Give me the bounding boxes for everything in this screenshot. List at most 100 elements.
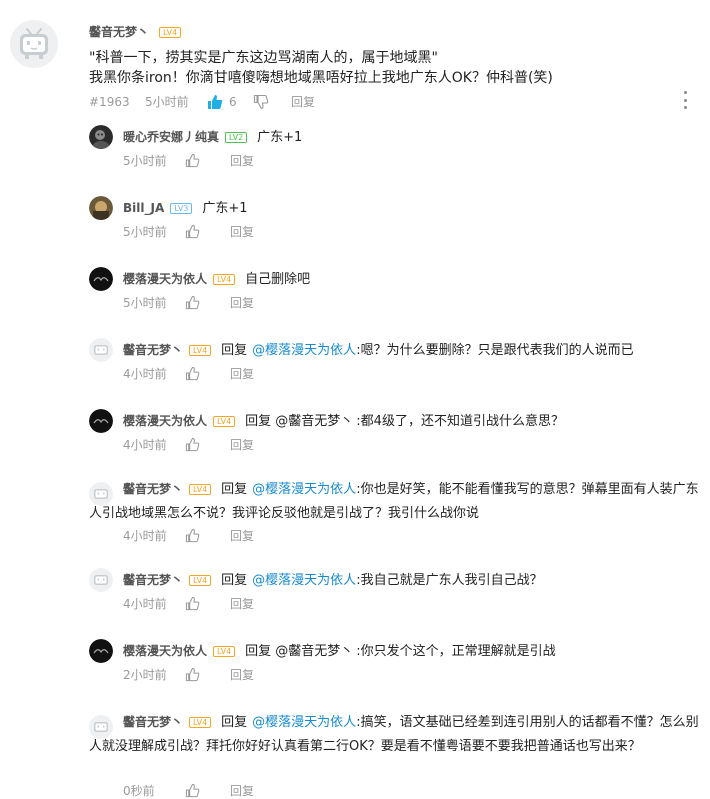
main-comment-line-2: 我黑你条iron！你滴甘嘻傻嗨想地域黑唔好拉上我地广东人OK？仲科普(笑) [89, 70, 553, 86]
reply-username[interactable]: 齾音无梦丶 [123, 715, 183, 729]
tv-avatar-icon [89, 568, 113, 592]
main-comment-meta: #1963 5小时前 6 回复 [89, 93, 315, 110]
reply-time: 5小时前 [123, 296, 167, 310]
photo-avatar-icon [89, 409, 113, 433]
thumb-up-icon [185, 224, 200, 239]
level-badge: LV3 [170, 203, 193, 214]
more-vertical-icon[interactable] [680, 91, 690, 109]
reply-text: 自己删除吧 [245, 272, 311, 287]
main-username[interactable]: 齾音无梦丶 LV4 [89, 23, 191, 40]
reply-button[interactable]: 回复 [230, 152, 254, 169]
tv-avatar-icon [10, 20, 58, 68]
reply-content: 齾音无梦丶 LV4 回复 @樱落漫天为依人:你也是好笑，能不能看懂我写的意思？弹幕里面… [89, 477, 699, 526]
reply-text: :嗯？为什么要删除？只是跟代表我们的人说而已 [356, 343, 634, 358]
reply-action: 回复 @齾音无梦丶 [245, 414, 354, 429]
dislike-button[interactable] [253, 94, 269, 110]
user-avatar[interactable] [89, 639, 113, 663]
reply-content: 暖心乔安娜丿纯真 LV2 广东+1 [123, 125, 699, 150]
reply-button[interactable]: 回复 [230, 782, 254, 799]
reply-content: Bill_JA LV3 广东+1 [123, 196, 699, 221]
user-avatar[interactable] [89, 409, 113, 433]
reply-username[interactable]: 暖心乔安娜丿纯真 [123, 130, 219, 144]
reply-button[interactable]: 回复 [230, 294, 254, 311]
reply-username[interactable]: 樱落漫天为依人 [123, 414, 207, 428]
reply-content: 齾音无梦丶 LV4 回复 @樱落漫天为依人:我自己就是广东人我引自己战？ [123, 568, 699, 593]
comment-time: 5小时前 [145, 95, 189, 109]
mention-link[interactable]: @樱落漫天为依人 [252, 715, 356, 730]
thumb-down-icon [253, 94, 269, 109]
reply-time: 2小时前 [123, 668, 167, 682]
thumb-up-icon [185, 596, 200, 611]
reply-meta: 5小时前 回复 [123, 152, 254, 169]
reply-time: 4小时前 [123, 529, 167, 543]
main-username-text[interactable]: 齾音无梦丶 [89, 25, 149, 39]
like-button[interactable] [185, 783, 200, 798]
reply-meta: 0秒前 回复 [123, 782, 254, 799]
reply-text: 广东+1 [202, 201, 248, 216]
reply-button[interactable]: 回复 [291, 93, 315, 110]
reply-text: :你只发个这个，正常理解就是引战 [356, 644, 556, 659]
photo-avatar-icon [89, 196, 113, 220]
like-button[interactable] [185, 528, 200, 543]
thumb-up-icon [185, 295, 200, 310]
user-avatar[interactable] [89, 125, 113, 149]
like-button[interactable] [185, 224, 200, 239]
reply-action: 回复 [221, 343, 248, 358]
reply-username[interactable]: Bill_JA [123, 201, 164, 215]
like-button[interactable] [185, 295, 200, 310]
reply-button[interactable]: 回复 [230, 365, 254, 382]
reply-action: 回复 [221, 482, 248, 497]
reply-meta: 4小时前 回复 [123, 527, 254, 544]
like-button[interactable] [185, 437, 200, 452]
level-badge: LV4 [189, 484, 212, 495]
thumb-up-icon [185, 783, 200, 798]
level-badge: LV4 [189, 717, 212, 728]
reply-action: 回复 [221, 573, 248, 588]
reply-meta: 5小时前 回复 [123, 223, 254, 240]
reply-button[interactable]: 回复 [230, 223, 254, 240]
reply-content: 齾音无梦丶 LV4 回复 @樱落漫天为依人:嗯？为什么要删除？只是跟代表我们的人说而已 [123, 338, 699, 363]
like-button[interactable]: 6 [207, 94, 253, 110]
reply-username[interactable]: 樱落漫天为依人 [123, 644, 207, 658]
reply-username[interactable]: 齾音无梦丶 [123, 573, 183, 587]
reply-button[interactable]: 回复 [230, 595, 254, 612]
reply-button[interactable]: 回复 [230, 436, 254, 453]
reply-username[interactable]: 齾音无梦丶 [123, 343, 183, 357]
reply-content: 齾音无梦丶 LV4 回复 @樱落漫天为依人:搞笑，语文基础已经差到连引用别人的话都看不… [89, 710, 699, 759]
reply-meta: 2小时前 回复 [123, 666, 254, 683]
user-avatar[interactable] [89, 338, 113, 362]
reply-time: 4小时前 [123, 438, 167, 452]
reply-text: :我自己就是广东人我引自己战？ [356, 573, 543, 588]
reply-action: 回复 [221, 715, 248, 730]
thumb-up-icon [208, 94, 223, 109]
mention-link[interactable]: @樱落漫天为依人 [252, 573, 356, 588]
reply-time: 5小时前 [123, 154, 167, 168]
level-badge: LV4 [213, 416, 236, 427]
like-button[interactable] [185, 153, 200, 168]
like-count: 6 [229, 94, 237, 109]
reply-button[interactable]: 回复 [230, 666, 254, 683]
user-avatar[interactable] [89, 196, 113, 220]
mention-link[interactable]: @樱落漫天为依人 [252, 343, 356, 358]
thumb-up-icon [185, 153, 200, 168]
photo-avatar-icon [89, 125, 113, 149]
user-avatar[interactable] [89, 267, 113, 291]
mention-link[interactable]: @樱落漫天为依人 [252, 482, 356, 497]
reply-username[interactable]: 齾音无梦丶 [123, 482, 183, 496]
level-badge: LV4 [213, 274, 236, 285]
main-comment-line-1: "科普一下，捞其实是广东这边骂湖南人的，属于地域黑" [89, 50, 438, 66]
like-button[interactable] [185, 366, 200, 381]
level-badge: LV4 [189, 345, 212, 356]
reply-time: 5小时前 [123, 225, 167, 239]
main-comment-text: "科普一下，捞其实是广东这边骂湖南人的，属于地域黑" 我黑你条iron！你滴甘嘻… [89, 48, 553, 88]
user-avatar[interactable] [89, 568, 113, 592]
main-avatar[interactable] [10, 20, 58, 68]
like-button[interactable] [185, 667, 200, 682]
tv-avatar-icon [89, 338, 113, 362]
reply-button[interactable]: 回复 [230, 527, 254, 544]
reply-content: 樱落漫天为依人 LV4 回复 @齾音无梦丶:你只发个这个，正常理解就是引战 [123, 639, 699, 664]
reply-username[interactable]: 樱落漫天为依人 [123, 272, 207, 286]
like-button[interactable] [185, 596, 200, 611]
level-badge: LV2 [225, 132, 248, 143]
reply-action: 回复 @齾音无梦丶 [245, 644, 354, 659]
